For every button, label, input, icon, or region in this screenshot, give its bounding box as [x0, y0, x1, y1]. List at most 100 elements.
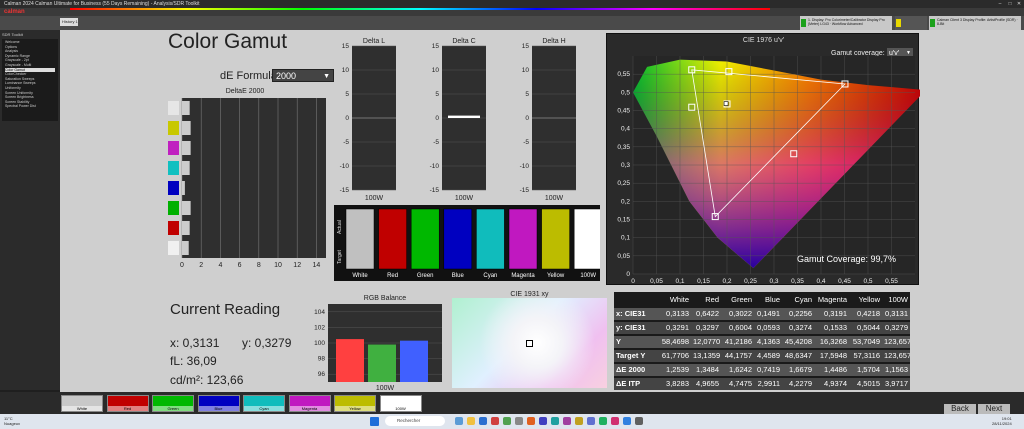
table-header-cell: Red	[691, 294, 721, 306]
app2-icon[interactable]	[527, 417, 535, 425]
folder-icon[interactable]	[467, 417, 475, 425]
chevron-down-icon: ▼	[323, 73, 330, 80]
rgb-balance-title: RGB Balance	[364, 295, 407, 302]
device-meter[interactable]: 1. Display: Pro Colorimeter/Calibrator D…	[800, 16, 892, 30]
table-cell: Target Y	[614, 350, 659, 362]
gamut-xtick: 0,5	[863, 278, 872, 285]
settings-icon[interactable]	[515, 417, 523, 425]
app9-icon[interactable]	[611, 417, 619, 425]
swatch-label: Magenta	[511, 273, 535, 279]
deltae-tick-label: 2	[199, 262, 203, 269]
rgb-balance-chart: RGB Balance 104 102 100 98 96 100W	[314, 295, 442, 392]
cie1976-chart: 0,55 0,5 0,45 0,4 0,35 0,3 0,25 0,2 0,15 0,1 0,05 0…	[617, 56, 920, 285]
delta-tick-label: 15	[522, 43, 530, 50]
swatch-label: Red	[387, 273, 398, 279]
gamut-ytick: 0,1	[621, 235, 630, 242]
table-cell: 1,3484	[691, 364, 721, 376]
deltae-plot-bg	[182, 98, 326, 258]
gamut-ytick: 0,05	[617, 253, 630, 260]
deltae-tick-label: 0	[180, 262, 184, 269]
rgb-bar	[368, 344, 396, 382]
bottom-swatch-blue[interactable]: Blue	[197, 395, 240, 412]
table-cell: 123,657	[882, 336, 910, 348]
gamut-ytick: 0,2	[621, 198, 630, 205]
swatch-row-label: Actual	[337, 220, 343, 234]
bottom-swatch-cyan[interactable]: Cyan	[243, 395, 285, 412]
delta-tick-label: -10	[520, 163, 530, 170]
table-cell: 0,1491	[754, 308, 782, 320]
rgb-tick-label: 102	[314, 324, 325, 331]
taskview-icon[interactable]	[455, 417, 463, 425]
table-cell: 53,7049	[849, 336, 882, 348]
delta-plot-title: Delta L	[363, 38, 385, 45]
delta-tick-label: -15	[430, 187, 440, 194]
app3-icon[interactable]	[539, 417, 547, 425]
deltae-chart: 0 2 4 6 8 10 12 14	[168, 98, 326, 269]
history-tab[interactable]: History 1	[60, 18, 78, 26]
search-box[interactable]: Rechercher	[385, 416, 445, 426]
table-header-cell: Magenta	[814, 294, 849, 306]
table-cell: 1,2539	[659, 364, 691, 376]
table-cell: 4,5015	[849, 378, 882, 390]
app10-icon[interactable]	[623, 417, 631, 425]
bottom-swatch-magenta[interactable]: Magenta	[288, 395, 331, 412]
close-button[interactable]: ✕	[1015, 0, 1023, 8]
delta-tick-label: -5	[433, 139, 439, 146]
edge-icon[interactable]	[479, 417, 487, 425]
sidebar-item[interactable]: Spectral Power Dist	[5, 104, 55, 109]
deltae-swatch	[168, 181, 179, 195]
bottom-swatch-100w[interactable]: 100W	[379, 395, 422, 412]
swatch-magenta	[508, 208, 538, 270]
delta-tick-label: -15	[340, 187, 350, 194]
bottom-swatch-label: Cyan	[244, 406, 284, 411]
weather-widget[interactable]: 11°C Nuageux	[4, 416, 20, 426]
app-icon[interactable]	[503, 417, 511, 425]
swatch-white	[345, 208, 375, 270]
bottom-swatch-white[interactable]: White	[61, 395, 103, 412]
app11-icon[interactable]	[635, 417, 643, 425]
delta-plot-label: 100W	[455, 195, 474, 201]
window-title: Calman 2024 Calman Ultimate for Business…	[4, 1, 200, 7]
swatch-label: Cyan	[483, 273, 497, 279]
deltae-swatch	[168, 221, 179, 235]
cie1931-panel: CIE 1931 xy	[452, 291, 607, 388]
app6-icon[interactable]	[575, 417, 583, 425]
table-cell: 13,1359	[691, 350, 721, 362]
gamut-xtick: 0,1	[675, 278, 684, 285]
bottom-swatch-red[interactable]: Red	[106, 395, 149, 412]
device-display[interactable]: Calman Client 3 Display Profile: ArtistP…	[929, 16, 1021, 30]
app5-icon[interactable]	[563, 417, 571, 425]
device-pattern[interactable]	[895, 16, 927, 30]
bottom-swatch-green[interactable]: Green	[152, 395, 194, 412]
swatch-label: 100W	[580, 273, 596, 279]
windows-start-icon[interactable]	[370, 417, 379, 426]
swatch-100w	[573, 208, 600, 270]
minimize-button[interactable]: –	[996, 0, 1004, 8]
maximize-button[interactable]: □	[1006, 0, 1014, 8]
table-cell: Y	[614, 336, 659, 348]
bottom-swatch-yellow[interactable]: Yellow	[334, 395, 376, 412]
gamut-ytick: 0,55	[617, 71, 630, 78]
app4-icon[interactable]	[551, 417, 559, 425]
rgb-bar	[336, 339, 364, 382]
next-button[interactable]: Next	[978, 404, 1010, 414]
table-cell: x: CIE31	[614, 308, 659, 320]
delta-tick-label: 15	[342, 43, 350, 50]
table-cell: 1,6242	[721, 364, 754, 376]
table-cell: 0,2256	[782, 308, 814, 320]
app7-icon[interactable]	[587, 417, 595, 425]
de-formula-select[interactable]: 2000 ▼	[272, 69, 334, 82]
app8-icon[interactable]	[599, 417, 607, 425]
current-reading-title: Current Reading	[170, 301, 281, 318]
de-formula-label: dE Formula:	[220, 70, 280, 82]
deltae-tick-label: 8	[257, 262, 261, 269]
delta-tick-label: 10	[522, 67, 530, 74]
table-header-cell: White	[659, 294, 691, 306]
back-button[interactable]: Back	[944, 404, 976, 414]
deltae-bar	[182, 241, 189, 255]
table-header-cell: Green	[721, 294, 754, 306]
reading-x: x: 0,3131	[170, 336, 220, 350]
table-cell: 1,1563	[882, 364, 910, 376]
bottom-swatch-label: Magenta	[289, 406, 330, 411]
calman-icon[interactable]	[491, 417, 499, 425]
